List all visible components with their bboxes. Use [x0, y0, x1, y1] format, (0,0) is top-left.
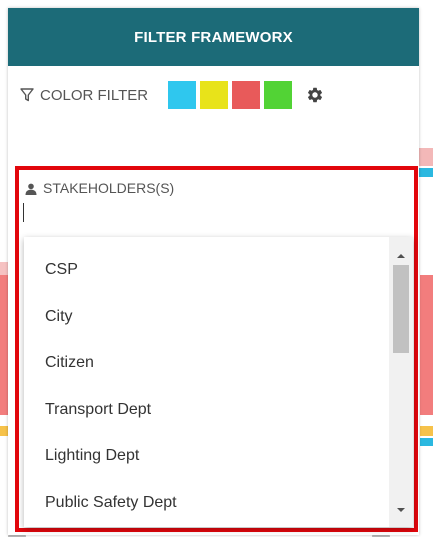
user-icon — [25, 182, 37, 195]
stakeholders-label-row: STAKEHOLDERS(S) — [25, 180, 174, 196]
dropdown-option-csp[interactable]: CSP — [24, 247, 386, 294]
screen: FILTER FRAMEWORX COLOR FILTER STAKEHOLDE… — [0, 0, 433, 537]
color-swatch-green[interactable] — [264, 81, 293, 109]
dropdown-list: CSP City Citizen Transport Dept Lighting… — [24, 237, 386, 526]
background-fragment — [420, 426, 433, 436]
color-swatch-red[interactable] — [232, 81, 261, 109]
stakeholders-dropdown: CSP City Citizen Transport Dept Lighting… — [24, 237, 413, 527]
background-fragment — [418, 148, 433, 166]
color-filter-label: COLOR FILTER — [40, 86, 149, 104]
background-fragment — [420, 438, 433, 446]
dropdown-option-transport-dept[interactable]: Transport Dept — [24, 387, 386, 434]
color-filter-row: COLOR FILTER — [20, 80, 324, 110]
scrollbar-thumb[interactable] — [393, 265, 409, 353]
funnel-icon — [20, 88, 34, 102]
scroll-down-arrow-icon[interactable] — [389, 501, 413, 519]
dropdown-option-citizen[interactable]: Citizen — [24, 340, 386, 387]
panel-title: FILTER FRAMEWORX — [134, 28, 293, 46]
color-swatch-yellow[interactable] — [200, 81, 229, 109]
dropdown-option-lighting-dept[interactable]: Lighting Dept — [24, 433, 386, 480]
dropdown-scrollbar[interactable] — [389, 237, 413, 527]
background-fragment — [418, 168, 433, 177]
color-swatch-cyan[interactable] — [168, 81, 197, 109]
background-fragment — [420, 275, 433, 415]
stakeholders-label: STAKEHOLDERS(S) — [43, 180, 175, 196]
gear-icon[interactable] — [306, 86, 324, 104]
panel-header: FILTER FRAMEWORX — [8, 8, 419, 66]
dropdown-option-public-safety-dept[interactable]: Public Safety Dept — [24, 480, 386, 527]
dropdown-option-city[interactable]: City — [24, 294, 386, 341]
scroll-up-arrow-icon[interactable] — [389, 247, 413, 265]
stakeholders-input-caret[interactable] — [23, 203, 24, 222]
